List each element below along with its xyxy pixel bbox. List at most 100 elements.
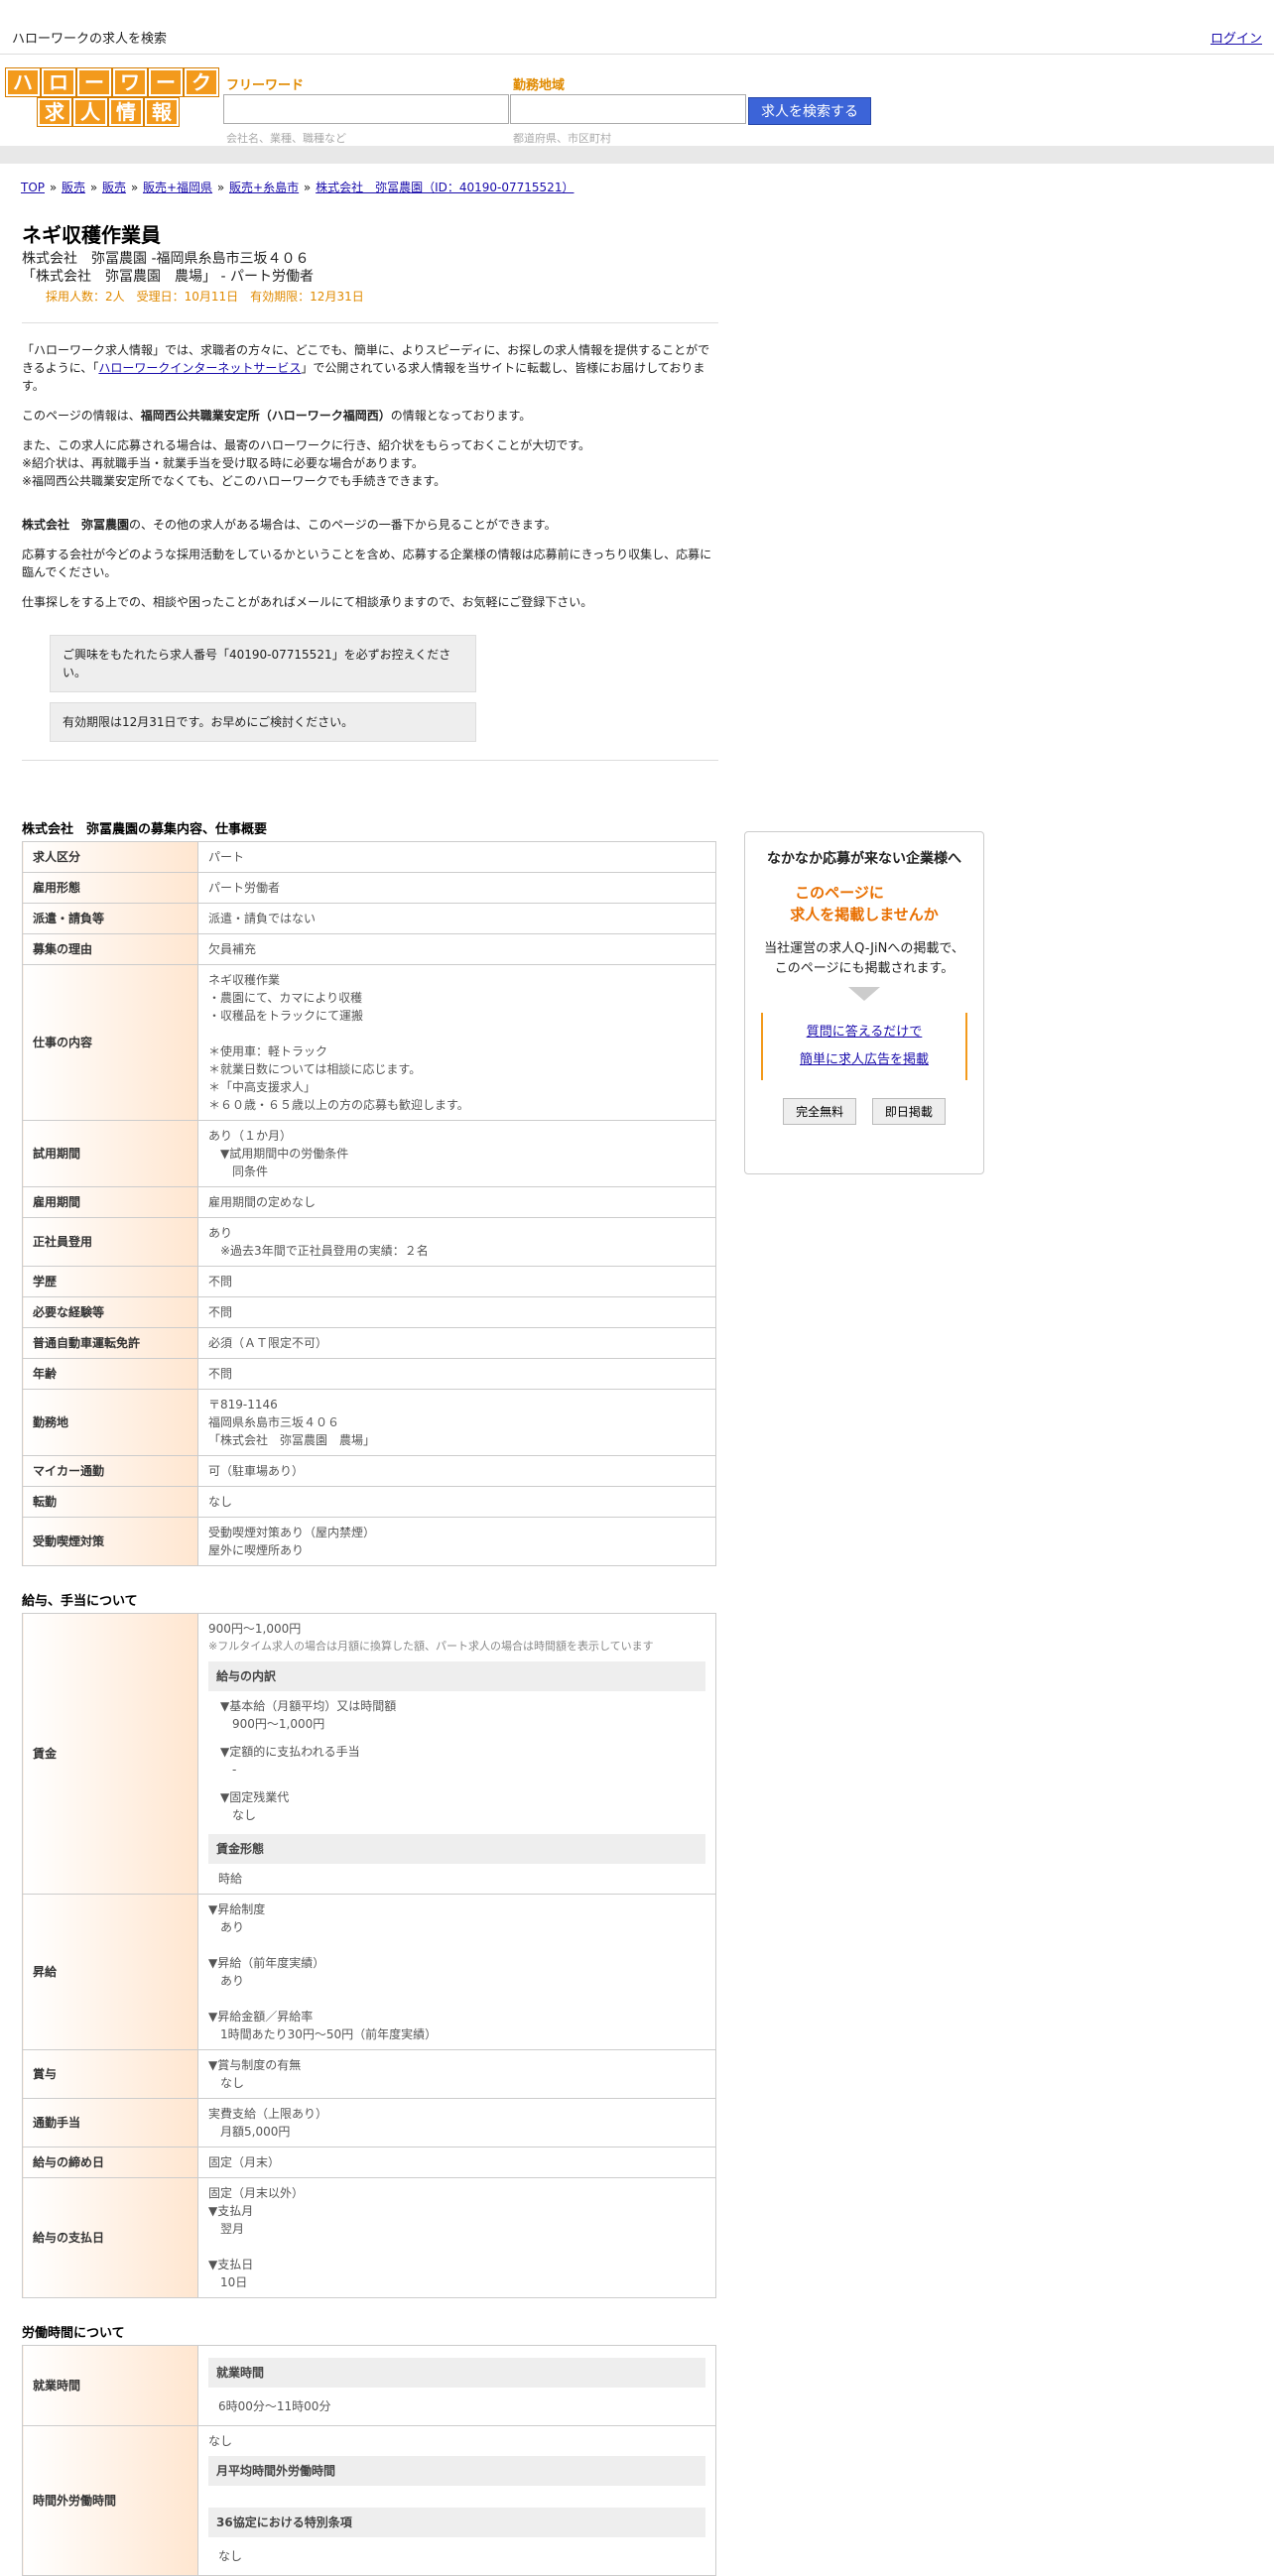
row-header: 学歴 — [22, 1266, 198, 1297]
fixed-overtime: ▼固定残業代 なし — [208, 1788, 705, 1824]
logo-char: 人 — [73, 98, 107, 126]
row-header: 給与の支払日 — [22, 2177, 198, 2298]
section-title-hours: 労働時間について — [22, 2326, 125, 2341]
referral-note: ※福岡西公共職業安定所でなくても、どこのハローワークでも手続きできます。 — [22, 474, 446, 488]
value-line: あり — [208, 1974, 245, 1988]
other-jobs-text: の、その他の求人がある場合は、このページの一番下から見ることができます。 — [129, 518, 557, 532]
sidebar-desc-line: このページにも掲載されます。 — [774, 961, 955, 976]
value-line: 実費支給（上限あり） — [208, 2107, 328, 2121]
referral-note: ※紹介状は、再就職手当・就業手当を受け取る時に必要な場合があります。 — [22, 456, 424, 470]
advice-paragraph: 応募する会社が今どのような採用活動をしているかということを含め、応募する企業様の… — [22, 548, 712, 579]
row-value: 900円〜1,000円 ※フルタイム求人の場合は月額に換算した額、パート求人の場… — [197, 1613, 716, 1895]
row-value: 就業時間 6時00分〜11時00分 — [197, 2345, 716, 2426]
post-ad-link[interactable]: 簡単に求人広告を掲載 — [800, 1052, 929, 1067]
value-line: 受動喫煙対策あり（屋内禁煙） — [208, 1526, 376, 1539]
value-line: ＊就業日数については相談に応じます。 — [208, 1062, 422, 1076]
value-line: 必須（ＡＴ限定不可） — [208, 1336, 328, 1350]
base-pay-value: 900円〜1,000円 — [232, 1717, 325, 1731]
sidebar-headline-line: 求人を掲載しませんか — [790, 906, 939, 923]
row-value: 固定（月末） — [197, 2147, 716, 2178]
value-line: 不問 — [208, 1305, 233, 1319]
wage-breakdown-head: 給与の内訳 — [208, 1661, 705, 1691]
value-line: 固定（月末） — [208, 2155, 281, 2169]
value-line: 福岡県糸島市三坂４０６ — [208, 1415, 340, 1429]
overview-table: 求人区分 パート 雇用形態 パート労働者 派遣・請負等 派遣・請負ではない 募集の理由 欠員補… — [22, 841, 716, 1566]
workplace-line: 「株式会社 弥冨農園 農場」 - パート労働者 — [22, 269, 314, 285]
company-line: 株式会社 弥冨農園 -福岡県糸島市三坂４０６ — [22, 251, 310, 267]
logo-char: ワ — [113, 68, 147, 96]
table-row: 転勤 なし — [22, 1486, 716, 1518]
value-line: ▼賞与制度の有無 — [208, 2058, 302, 2072]
search-bar: ハローワーク 求人情報 フリーワード 会社名、業種、職種など 勤務地域 都道府県… — [0, 55, 1274, 164]
logo-char: ー — [77, 68, 111, 96]
value-line: ネギ収穫作業 — [208, 973, 281, 987]
row-value: パート — [197, 841, 716, 873]
hellowork-internet-link[interactable]: ハローワークインターネットサービス — [98, 361, 301, 375]
office-name: 福岡西公共職業安定所（ハローワーク福岡西） — [140, 409, 391, 423]
value-line — [208, 1025, 705, 1043]
value-line: 不問 — [208, 1275, 233, 1288]
value-line: ▼支払月 — [208, 2204, 254, 2218]
value-line: 「株式会社 弥冨農園 農場」 — [208, 1433, 376, 1447]
section-title-overview: 株式会社 弥冨農園の募集内容、仕事概要 — [22, 822, 268, 837]
login-link[interactable]: ログイン — [1210, 28, 1262, 47]
row-value: パート労働者 — [197, 872, 716, 904]
area-input[interactable] — [511, 95, 745, 123]
freeword-input[interactable] — [224, 95, 508, 123]
table-row: 時間外労働時間 なし 月平均時間外労働時間 36協定における特別条項 なし — [22, 2425, 716, 2576]
value-line: ＊使用車：軽トラック — [208, 1044, 328, 1058]
value-line: パート — [208, 850, 245, 864]
row-header: 賃金 — [22, 1613, 198, 1895]
breadcrumb-link[interactable]: 販売+糸島市 — [229, 181, 299, 194]
breadcrumb-link[interactable]: 株式会社 弥冨農園（ID：40190-07715521） — [316, 181, 573, 194]
breadcrumb-link[interactable]: 販売 — [62, 181, 85, 194]
value-line: なし — [208, 1495, 233, 1509]
row-header: 給与の締め日 — [22, 2147, 198, 2178]
row-value: 実費支給（上限あり） 月額5,000円 — [197, 2098, 716, 2147]
hellowork-logo[interactable]: ハローワーク 求人情報 — [5, 68, 219, 126]
answer-questions-link[interactable]: 質問に答えるだけで — [807, 1025, 923, 1040]
value-line: 可（駐車場あり） — [208, 1464, 305, 1478]
breadcrumb-separator: » — [300, 181, 316, 194]
value-line: 1時間あたり30円〜50円（前年度実績） — [208, 2027, 438, 2041]
row-value: 必須（ＡＴ限定不可） — [197, 1327, 716, 1359]
breadcrumb-separator: » — [86, 181, 101, 194]
other-jobs-paragraph: 株式会社 弥冨農園の、その他の求人がある場合は、このページの一番下から見ることが… — [22, 516, 718, 534]
breadcrumb-link[interactable]: 販売+福岡県 — [143, 181, 212, 194]
referral-text: また、この求人に応募される場合は、最寄のハローワークに行き、紹介状をもらっておく… — [22, 438, 591, 452]
area-field[interactable] — [510, 94, 746, 124]
freeword-field[interactable] — [223, 94, 509, 124]
base-pay: ▼基本給（月額平均）又は時間額 900円〜1,000円 — [208, 1697, 705, 1733]
value-line: 〒819-1146 — [208, 1398, 278, 1411]
table-row: 募集の理由 欠員補充 — [22, 933, 716, 965]
row-header: 就業時間 — [22, 2345, 198, 2426]
value-line: なし — [208, 2076, 245, 2090]
table-row: 必要な経験等 不問 — [22, 1296, 716, 1328]
row-header: 雇用期間 — [22, 1186, 198, 1218]
table-row: 賃金 900円〜1,000円 ※フルタイム求人の場合は月額に換算した額、パート求… — [22, 1613, 716, 1895]
row-header: 通勤手当 — [22, 2098, 198, 2147]
table-row: 通勤手当 実費支給（上限あり） 月額5,000円 — [22, 2098, 716, 2147]
same-day-button[interactable]: 即日掲載 — [871, 1098, 946, 1125]
logo-char: 報 — [145, 98, 179, 126]
value-line: ・収穫品をトラックにて運搬 — [208, 1009, 364, 1023]
table-row: 給与の支払日 固定（月末以外） ▼支払月 翌月 ▼支払日 10日 — [22, 2177, 716, 2298]
table-row: 普通自動車運転免許 必須（ＡＴ限定不可） — [22, 1327, 716, 1359]
row-header: 年齢 — [22, 1358, 198, 1390]
value-line: 翌月 — [208, 2222, 245, 2236]
row-header: 派遣・請負等 — [22, 903, 198, 934]
logo-char: 情 — [109, 98, 143, 126]
base-pay-label: ▼基本給（月額平均）又は時間額 — [220, 1699, 397, 1713]
breadcrumb-link[interactable]: TOP — [21, 181, 45, 194]
search-button[interactable]: 求人を検索する — [748, 97, 871, 125]
source-text: このページの情報は、 — [22, 409, 141, 423]
wage-form-value: 時給 — [218, 1872, 243, 1886]
breadcrumb-link[interactable]: 販売 — [102, 181, 126, 194]
breadcrumb: TOP » 販売 » 販売 » 販売+福岡県 » 販売+糸島市 » 株式会社 弥… — [20, 179, 718, 195]
value-line: ※過去3年間で正社員登用の実績：２名 — [208, 1244, 429, 1258]
row-value: 欠員補充 — [197, 933, 716, 965]
breadcrumb-separator: » — [127, 181, 142, 194]
table-row: 勤務地 〒819-1146 福岡県糸島市三坂４０６ 「株式会社 弥冨農園 農場」 — [22, 1389, 716, 1456]
free-button[interactable]: 完全無料 — [783, 1098, 857, 1125]
table-row: 受動喫煙対策 受動喫煙対策あり（屋内禁煙） 屋外に喫煙所あり — [22, 1517, 716, 1566]
